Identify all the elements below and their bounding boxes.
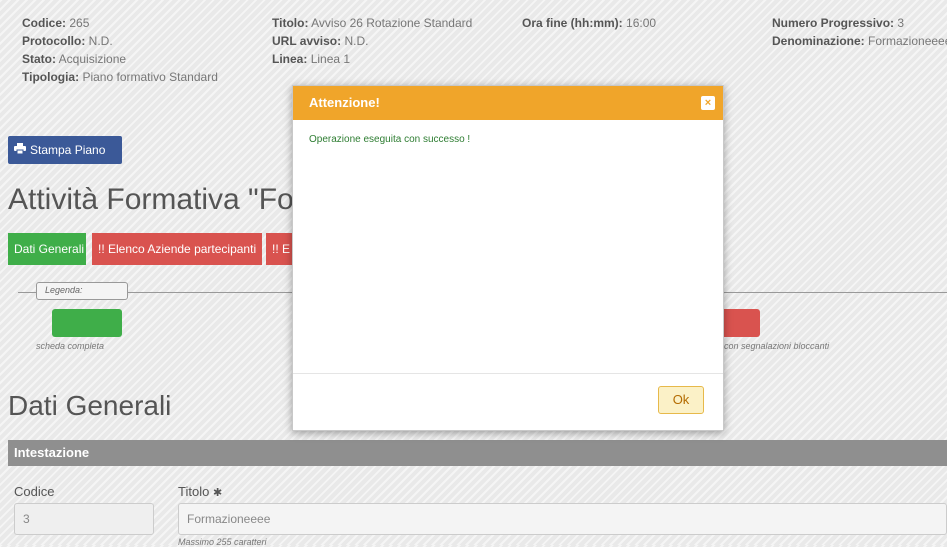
info-titolo: Titolo: Avviso 26 Rotazione Standard (272, 16, 473, 30)
titolo-hint: Massimo 255 caratteri (178, 537, 267, 547)
tab-dati-generali[interactable]: Dati Generali (8, 233, 86, 265)
modal-header: Attenzione! (293, 86, 723, 120)
codice-field[interactable]: 3 (14, 503, 154, 535)
info-col-4: Numero Progressivo: 3 Denominazione: For… (772, 14, 947, 50)
printer-icon (14, 143, 26, 157)
info-linea: Linea: Linea 1 (272, 52, 351, 66)
legend-swatch-complete (52, 309, 122, 337)
info-numero-progressivo: Numero Progressivo: 3 (772, 16, 905, 30)
alert-modal: Attenzione! × Operazione eseguita con su… (292, 85, 724, 431)
print-plan-button[interactable]: Stampa Piano (8, 136, 122, 164)
legend-title: Legenda: (36, 282, 128, 300)
section-title: Dati Generali (8, 390, 172, 421)
info-tipologia: Tipologia: Piano formativo Standard (22, 70, 218, 84)
ok-button[interactable]: Ok (658, 386, 704, 414)
info-col-3: Ora fine (hh:mm): 16:00 (522, 14, 656, 32)
modal-divider (293, 373, 723, 374)
info-stato: Stato: Acquisizione (22, 52, 127, 66)
info-denominazione: Denominazione: Formazioneeee (772, 34, 947, 48)
titolo-field[interactable]: Formazioneeee (178, 503, 947, 535)
info-protocollo: Protocollo: N.D. (22, 34, 113, 48)
tab-elenco-aziende[interactable]: !! Elenco Aziende partecipanti (92, 233, 262, 265)
print-plan-label: Stampa Piano (30, 143, 106, 157)
info-ora-fine: Ora fine (hh:mm): 16:00 (522, 16, 657, 30)
modal-message: Operazione eseguita con successo ! (309, 134, 471, 145)
legend-label-blocking: con segnalazioni bloccanti (724, 341, 830, 351)
info-url-avviso: URL avviso: N.D. (272, 34, 369, 48)
legend-label-complete: scheda completa (36, 341, 105, 351)
close-icon[interactable]: × (701, 96, 715, 110)
required-icon: ✱ (212, 487, 223, 499)
info-codice: Codice: 265 (22, 16, 90, 30)
info-col-1: Codice: 265 Protocollo: N.D. Stato: Acqu… (22, 14, 218, 86)
modal-title: Attenzione! (309, 95, 380, 110)
titolo-label: Titolo ✱ (178, 484, 223, 499)
info-col-2: Titolo: Avviso 26 Rotazione Standard URL… (272, 14, 472, 68)
codice-label: Codice (14, 484, 55, 499)
page-title: Attività Formativa "Fo (8, 183, 294, 216)
tab-truncated[interactable]: !! E (266, 233, 294, 265)
intestazione-header: Intestazione (8, 440, 947, 466)
